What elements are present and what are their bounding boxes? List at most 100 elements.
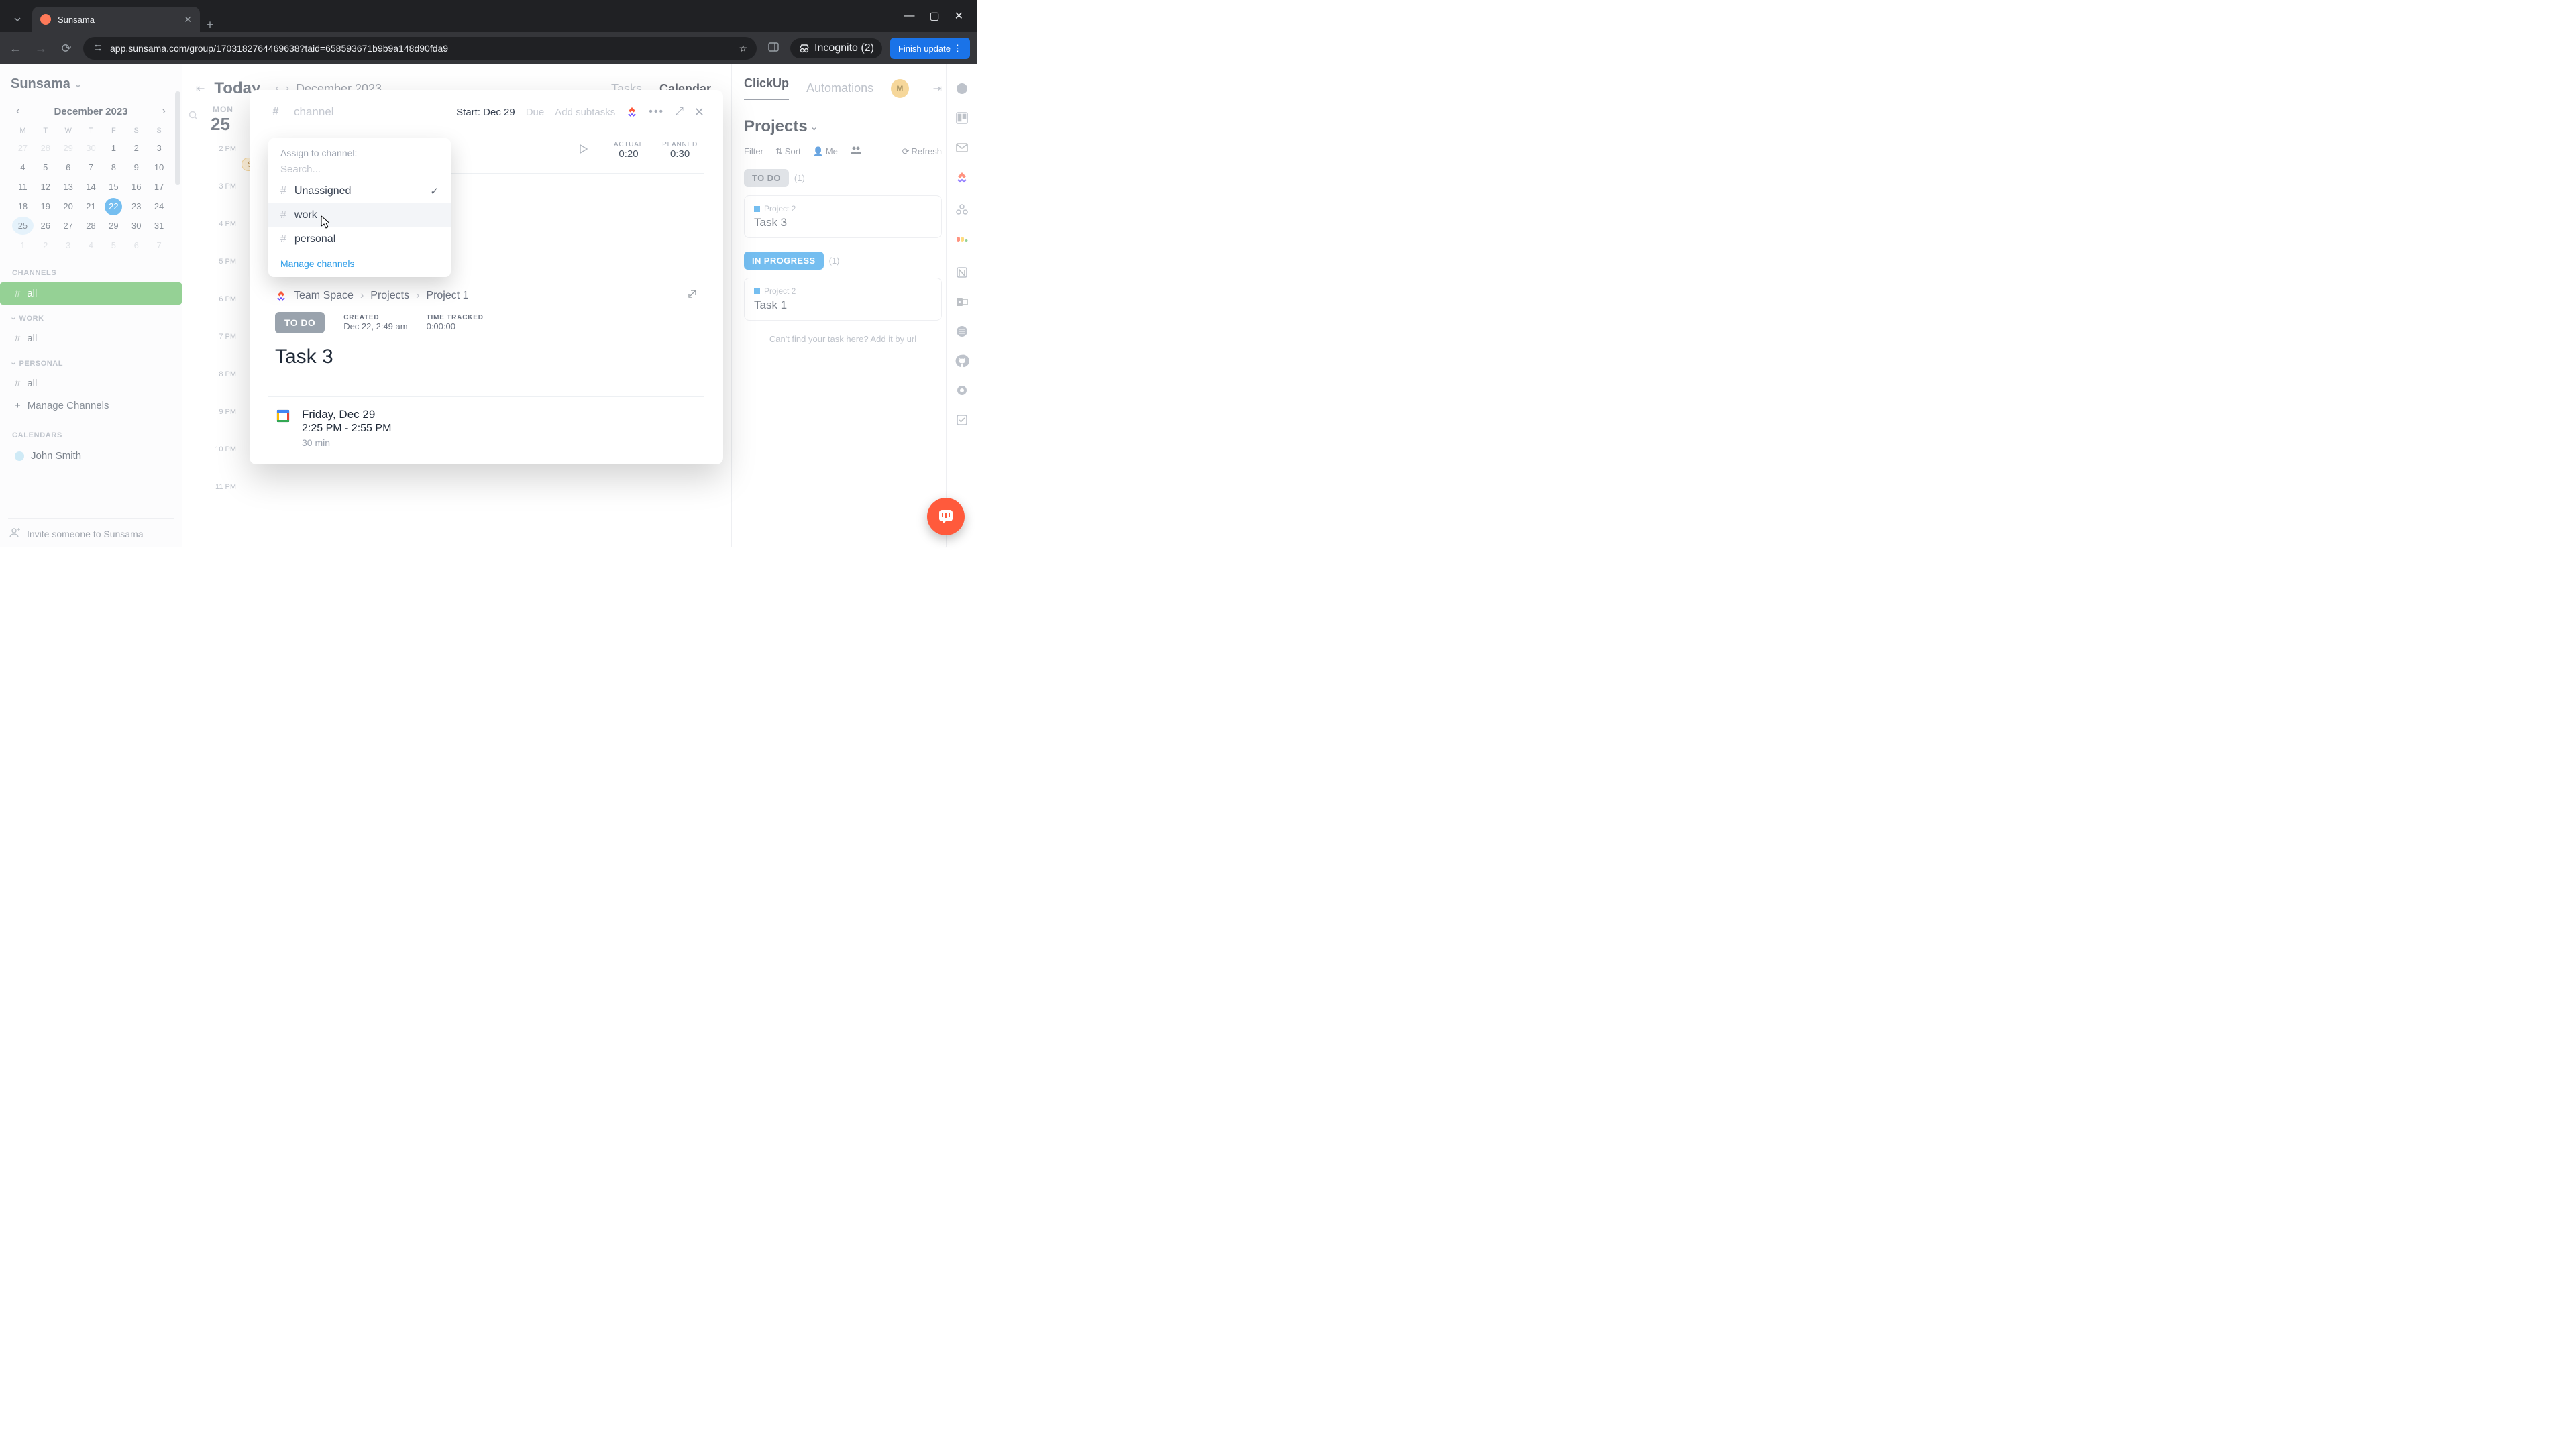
- calendar-day[interactable]: 31: [148, 217, 170, 235]
- status-badge[interactable]: IN PROGRESS: [744, 252, 824, 270]
- minimize-icon[interactable]: —: [904, 10, 914, 22]
- bookmark-icon[interactable]: ☆: [739, 43, 747, 54]
- calendar-day[interactable]: 17: [148, 178, 170, 196]
- rail-outlook-icon[interactable]: [955, 295, 969, 309]
- calendar-day[interactable]: 29: [58, 139, 79, 157]
- calendar-day[interactable]: 9: [125, 158, 147, 176]
- mini-calendar[interactable]: MTWTFSS272829301234567891011121314151617…: [8, 124, 174, 254]
- avatar[interactable]: M: [891, 79, 909, 98]
- calendar-day[interactable]: 22: [105, 198, 122, 215]
- calendar-day[interactable]: 29: [103, 217, 124, 235]
- calendar-day[interactable]: 10: [148, 158, 170, 176]
- prev-month-button[interactable]: ‹: [16, 105, 19, 117]
- site-settings-icon[interactable]: [93, 42, 103, 55]
- calendar-day[interactable]: 3: [148, 139, 170, 157]
- rail-icon-10[interactable]: [955, 384, 969, 397]
- calendar-day[interactable]: 23: [125, 197, 147, 215]
- browser-tab[interactable]: Sunsama ✕: [32, 7, 200, 32]
- channel-option-unassigned[interactable]: #Unassigned✓: [268, 179, 451, 203]
- back-button[interactable]: ←: [7, 42, 24, 56]
- close-window-icon[interactable]: ✕: [955, 9, 963, 23]
- me-filter-button[interactable]: 👤Me: [813, 146, 838, 157]
- calendar-day[interactable]: 15: [103, 178, 124, 196]
- calendar-day[interactable]: 1: [12, 236, 34, 254]
- manage-channels-link[interactable]: Manage channels: [280, 258, 355, 269]
- calendar-day[interactable]: 28: [35, 139, 56, 157]
- work-section-label[interactable]: WORK: [12, 314, 174, 323]
- more-menu-button[interactable]: •••: [649, 106, 664, 118]
- automations-tab[interactable]: Automations: [806, 81, 873, 95]
- clickup-tab[interactable]: ClickUp: [744, 76, 789, 100]
- rail-clickup-icon[interactable]: [955, 170, 969, 187]
- task-card[interactable]: Project 2Task 3: [744, 195, 942, 238]
- hash-icon[interactable]: #: [268, 105, 283, 119]
- reload-button[interactable]: ⟳: [58, 42, 75, 56]
- calendar-day[interactable]: 3: [58, 236, 79, 254]
- start-date-field[interactable]: Start: Dec 29: [456, 107, 515, 118]
- task-card[interactable]: Project 2Task 1: [744, 278, 942, 321]
- calendar-day[interactable]: 5: [35, 158, 56, 176]
- calendar-day[interactable]: 14: [80, 178, 102, 196]
- rail-icon-1[interactable]: [955, 82, 969, 95]
- calendar-user[interactable]: John Smith: [8, 445, 174, 467]
- add-subtasks-button[interactable]: Add subtasks: [555, 107, 615, 118]
- side-panel-icon[interactable]: [765, 41, 782, 56]
- actual-time[interactable]: ACTUAL 0:20: [614, 141, 643, 160]
- incognito-indicator[interactable]: Incognito (2): [790, 38, 882, 58]
- calendar-day[interactable]: 19: [35, 197, 56, 215]
- channel-option-personal[interactable]: #personal: [268, 227, 451, 252]
- calendar-day[interactable]: 30: [125, 217, 147, 235]
- channel-field[interactable]: channel: [294, 105, 334, 119]
- refresh-button[interactable]: ⟳Refresh: [902, 146, 942, 157]
- channel-option-work[interactable]: #work: [268, 203, 451, 227]
- calendar-day[interactable]: 12: [35, 178, 56, 196]
- calendar-day[interactable]: 7: [148, 236, 170, 254]
- calendar-day[interactable]: 16: [125, 178, 147, 196]
- calendar-day[interactable]: 13: [58, 178, 79, 196]
- calendar-day[interactable]: 2: [35, 236, 56, 254]
- calendar-day[interactable]: 24: [148, 197, 170, 215]
- tabs-dropdown[interactable]: [3, 7, 32, 32]
- channel-all[interactable]: # all: [0, 282, 182, 305]
- collapse-panel-button[interactable]: ⇥: [933, 82, 942, 95]
- status-badge[interactable]: TO DO: [744, 169, 789, 187]
- finish-update-button[interactable]: Finish update ⋮: [890, 38, 970, 59]
- due-date-field[interactable]: Due: [526, 107, 545, 118]
- new-tab-button[interactable]: +: [200, 18, 220, 32]
- calendar-day[interactable]: 30: [80, 139, 102, 157]
- projects-header[interactable]: Projects ⌄: [744, 117, 942, 136]
- calendar-day[interactable]: 18: [12, 197, 34, 215]
- external-link-icon[interactable]: [687, 288, 698, 303]
- workspace-switcher[interactable]: Sunsama ⌄: [8, 76, 174, 92]
- rail-linear-icon[interactable]: [955, 325, 969, 338]
- intercom-fab[interactable]: [927, 498, 965, 535]
- calendar-day[interactable]: 21: [80, 197, 102, 215]
- close-tab-icon[interactable]: ✕: [184, 14, 192, 25]
- channel-personal-all[interactable]: # all: [8, 372, 174, 394]
- calendar-day[interactable]: 5: [103, 236, 124, 254]
- channel-search-input[interactable]: [280, 164, 439, 175]
- sort-button[interactable]: ⇅Sort: [775, 146, 801, 157]
- rail-monday-icon[interactable]: [955, 233, 969, 250]
- calendar-day[interactable]: 28: [80, 217, 102, 235]
- search-icon[interactable]: [188, 110, 199, 123]
- calendar-day[interactable]: 11: [12, 178, 34, 196]
- calendar-day[interactable]: 4: [80, 236, 102, 254]
- clickup-breadcrumb[interactable]: Team Space› Projects› Project 1: [275, 288, 698, 303]
- calendar-day[interactable]: 6: [58, 158, 79, 176]
- personal-section-label[interactable]: PERSONAL: [12, 359, 174, 368]
- calendar-day[interactable]: 8: [103, 158, 124, 176]
- play-button[interactable]: [578, 144, 588, 158]
- calendar-day[interactable]: 2: [125, 139, 147, 157]
- rail-trello-icon[interactable]: [955, 111, 969, 125]
- rail-asana-icon[interactable]: [955, 203, 969, 217]
- calendar-day[interactable]: 20: [58, 197, 79, 215]
- planned-time[interactable]: PLANNED 0:30: [662, 141, 698, 160]
- next-month-button[interactable]: ›: [162, 105, 166, 117]
- close-modal-button[interactable]: ✕: [694, 105, 704, 119]
- calendar-day[interactable]: 6: [125, 236, 147, 254]
- rail-github-icon[interactable]: [955, 354, 969, 368]
- calendar-day[interactable]: 7: [80, 158, 102, 176]
- add-by-url-link[interactable]: Add it by url: [870, 334, 916, 344]
- channel-work-all[interactable]: # all: [8, 327, 174, 350]
